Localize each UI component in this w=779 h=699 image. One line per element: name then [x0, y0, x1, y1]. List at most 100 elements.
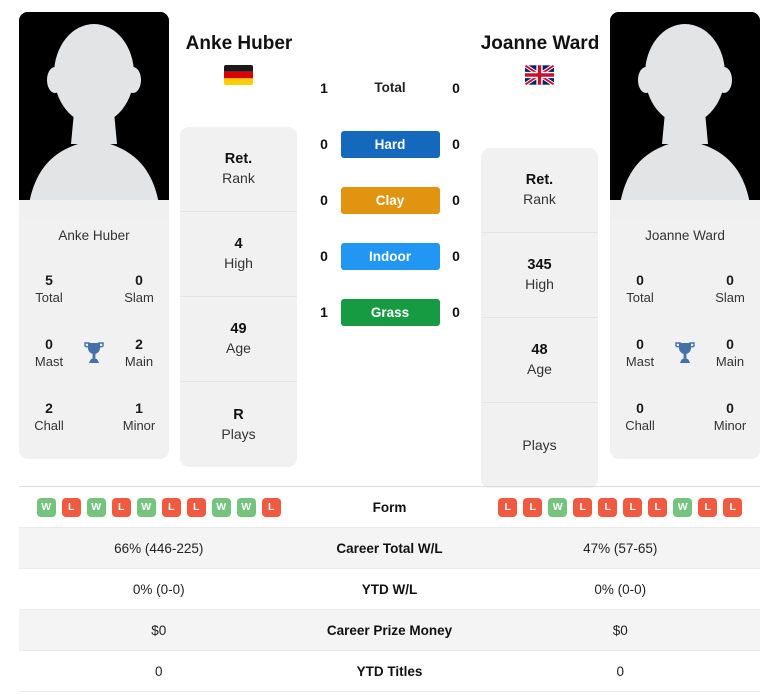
table-row-ytd-wl: 0% (0-0) YTD W/L 0% (0-0)	[19, 569, 760, 610]
titles-row: 2 Chall 1 Minor	[19, 385, 169, 449]
info-label: High	[224, 255, 253, 272]
titles-row: 0 Chall 0 Minor	[610, 385, 760, 449]
form-badge-loss: L	[61, 497, 81, 517]
info-label: Rank	[222, 170, 255, 187]
titles-total-right: 0 Total	[610, 272, 670, 306]
stat-value-right: 0	[616, 663, 624, 679]
form-badge-win: W	[86, 497, 106, 517]
stat-value-left: 0	[154, 663, 163, 679]
titles-label: Minor	[122, 417, 156, 433]
titles-mast-left: 0 Mast	[19, 336, 79, 370]
trophy-icon-svg	[84, 342, 104, 363]
info-high-left: 4 High	[180, 212, 297, 297]
titles-chall-left: 2 Chall	[19, 400, 79, 434]
h2h-comparison-page: Anke Huber 5 Total 0 Slam 0 Mast 2 Main …	[0, 0, 779, 699]
stat-value-right: 0% (0-0)	[594, 581, 647, 597]
titles-value: 0	[135, 272, 143, 289]
table-row-ytd-titles: 0 YTD Titles 0	[19, 651, 760, 692]
info-rank-right: Ret. Rank	[481, 148, 598, 233]
form-badge-loss: L	[723, 497, 743, 517]
form-badge-loss: L	[261, 497, 281, 517]
stat-value-left: 66% (446-225)	[114, 540, 204, 556]
stat-label: YTD Titles	[356, 663, 423, 679]
h2h-score-left: 1	[320, 80, 328, 96]
titles-main-left: 2 Main	[109, 336, 169, 370]
titles-row: 0 Total 0 Slam	[610, 257, 760, 321]
titles-main-right: 0 Main	[700, 336, 760, 370]
h2h-row-grass: 1 Grass 0	[310, 284, 470, 340]
h2h-score-left: 0	[320, 136, 328, 152]
surface-badge-grass[interactable]: Grass	[340, 298, 440, 326]
titles-label: Chall	[625, 417, 655, 433]
info-value: R	[233, 406, 244, 423]
table-row-career-wl: 66% (446-225) Career Total W/L 47% (57-6…	[19, 528, 760, 569]
player-photo-caption-left: Anke Huber	[19, 219, 169, 253]
form-cell-right: LLWLLLLWLL	[481, 497, 761, 517]
form-badge-loss: L	[598, 497, 618, 517]
stat-value-right: 47% (57-65)	[583, 540, 658, 556]
stat-label: YTD W/L	[361, 581, 418, 597]
titles-minor-left: 1 Minor	[109, 400, 169, 434]
titles-value: 0	[726, 272, 734, 289]
titles-value: 0	[726, 336, 734, 353]
trophy-icon	[79, 341, 109, 365]
player-name-left[interactable]: Anke Huber	[144, 33, 334, 55]
form-badge-win: W	[236, 497, 256, 517]
titles-label: Main	[124, 353, 154, 369]
surface-badge-indoor[interactable]: Indoor	[340, 242, 440, 270]
titles-label: Mast	[34, 353, 64, 369]
info-label: High	[525, 276, 554, 293]
titles-label: Main	[715, 353, 745, 369]
surface-badge-hard[interactable]: Hard	[340, 130, 440, 158]
form-badge-loss: L	[186, 497, 206, 517]
info-plays-right: Plays	[481, 403, 598, 488]
titles-slam-left: 0 Slam	[109, 272, 169, 306]
titles-value: 0	[636, 336, 644, 353]
titles-label: Minor	[713, 417, 747, 433]
titles-slam-right: 0 Slam	[700, 272, 760, 306]
titles-label: Slam	[715, 289, 745, 305]
h2h-score-left: 0	[320, 248, 328, 264]
table-row-prize-money: $0 Career Prize Money $0	[19, 610, 760, 651]
info-value: 48	[531, 342, 548, 359]
trophy-icon-svg	[675, 342, 695, 363]
form-badge-loss: L	[648, 497, 668, 517]
form-badges-left: WLWLWLLWWL	[19, 497, 299, 517]
info-age-right: 48 Age	[481, 318, 598, 403]
stat-label: Form	[372, 499, 407, 515]
titles-value: 0	[45, 336, 53, 353]
h2h-surface-cell: Grass	[338, 298, 442, 326]
titles-label: Total	[35, 289, 63, 305]
titles-value: 5	[45, 272, 53, 289]
form-badge-loss: L	[523, 497, 543, 517]
form-badge-win: W	[548, 497, 568, 517]
h2h-row-hard: 0 Hard 0	[310, 116, 470, 172]
h2h-score-right: 0	[452, 304, 460, 320]
info-label: Rank	[523, 191, 556, 208]
surface-badge-clay[interactable]: Clay	[340, 186, 440, 214]
stats-comparison-table: WLWLWLLWWL Form LLWLLLLWLL 66% (446-225)…	[19, 486, 760, 692]
titles-label: Chall	[34, 417, 64, 433]
titles-row: 0 Mast 2 Main	[19, 321, 169, 385]
player-info-card-right: Ret. Rank 345 High 48 Age Plays	[481, 148, 598, 488]
player-card-left[interactable]: Anke Huber 5 Total 0 Slam 0 Mast 2 Main …	[19, 12, 169, 459]
h2h-score-left: 0	[320, 192, 328, 208]
info-age-left: 49 Age	[180, 297, 297, 382]
h2h-total-cell: Total	[338, 79, 442, 97]
h2h-score-right: 0	[452, 248, 460, 264]
stat-label: Career Total W/L	[336, 540, 443, 556]
info-label: Plays	[522, 437, 557, 454]
player-info-card-left: Ret. Rank 4 High 49 Age R Plays	[180, 127, 297, 467]
h2h-score-right: 0	[452, 136, 460, 152]
player-name-right[interactable]: Joanne Ward	[445, 33, 635, 55]
titles-value: 2	[135, 336, 143, 353]
info-value: Ret.	[525, 172, 554, 189]
titles-label: Slam	[124, 289, 154, 305]
form-badge-win: W	[211, 497, 231, 517]
stat-label: Career Prize Money	[326, 622, 453, 638]
titles-label: Mast	[625, 353, 655, 369]
trophy-icon	[670, 341, 700, 365]
form-badge-win: W	[36, 497, 56, 517]
titles-row: 0 Mast 0 Main	[610, 321, 760, 385]
player-card-right[interactable]: Joanne Ward 0 Total 0 Slam 0 Mast 0 Main…	[610, 12, 760, 459]
